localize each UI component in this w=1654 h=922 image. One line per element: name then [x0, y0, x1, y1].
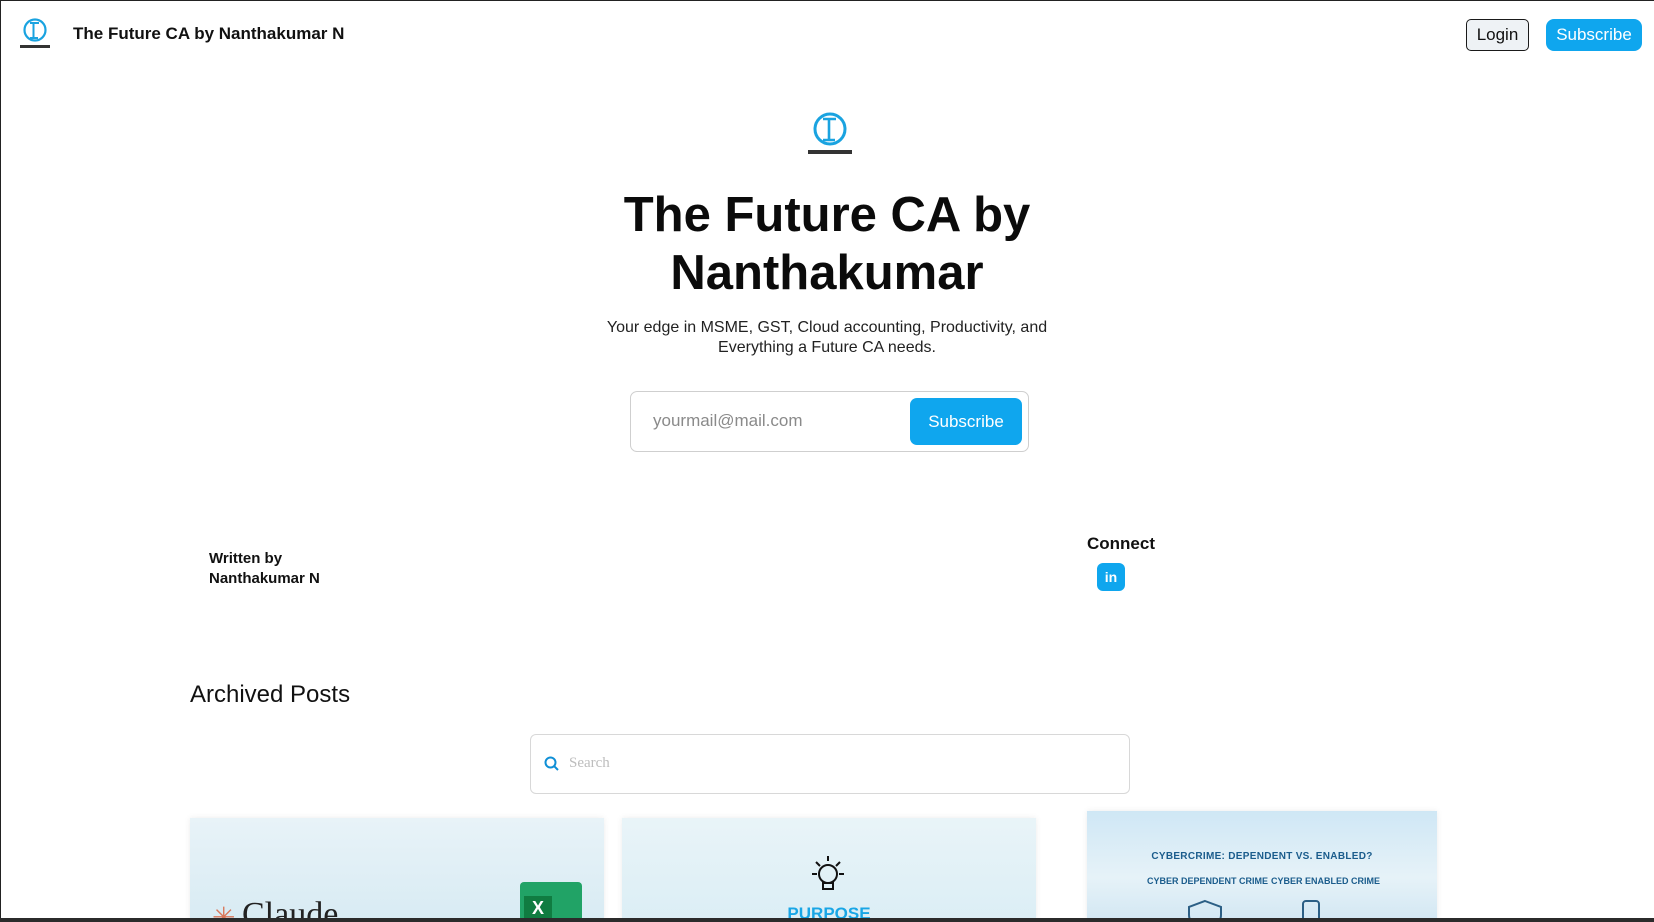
written-by-label: Written by [209, 550, 283, 567]
site-name[interactable]: The Future CA by Nanthakumar N [73, 24, 344, 44]
hero-description: Your edge in MSME, GST, Cloud accounting… [606, 319, 1048, 356]
archived-posts-title: Archived Posts [190, 681, 351, 708]
excel-icon: X [520, 882, 582, 922]
excel-letter: X [524, 896, 552, 920]
hero-title: The Future CA by Nanthakumar [623, 188, 1031, 300]
hero-logo-icon [808, 112, 852, 154]
login-button[interactable]: Login [1466, 19, 1529, 51]
author-name[interactable]: Nanthakumar N [209, 569, 320, 589]
post-card[interactable]: CYBERCRIME: DEPENDENT VS. ENABLED? CYBER… [1087, 811, 1437, 922]
card-cyber-title: CYBERCRIME: DEPENDENT VS. ENABLED? [1151, 851, 1373, 862]
future-ca-logo-icon[interactable] [18, 16, 52, 52]
author-block: Written by Nanthakumar N [209, 549, 320, 589]
search-icon [544, 756, 559, 771]
linkedin-icon[interactable]: in [1097, 563, 1125, 591]
email-input[interactable] [651, 410, 895, 432]
card-cyber-right-label: CYBER ENABLED CRIME [1271, 876, 1381, 886]
search-box [530, 734, 1130, 794]
top-bar: The Future CA by Nanthakumar N Login Sub… [0, 0, 1654, 68]
bottom-edge [0, 918, 1654, 922]
subscribe-button-header[interactable]: Subscribe [1546, 19, 1642, 51]
card-cyber-left-label: CYBER DEPENDENT CRIME [1147, 876, 1269, 886]
post-card[interactable]: PURPOSE [622, 818, 1036, 922]
subscribe-button[interactable]: Subscribe [910, 398, 1022, 445]
post-card[interactable]: ✳ Claude X [190, 818, 604, 922]
subscribe-form: Subscribe [630, 391, 1029, 452]
lightbulb-icon [812, 856, 844, 890]
search-input[interactable] [567, 754, 1091, 773]
connect-title: Connect [1087, 534, 1155, 553]
